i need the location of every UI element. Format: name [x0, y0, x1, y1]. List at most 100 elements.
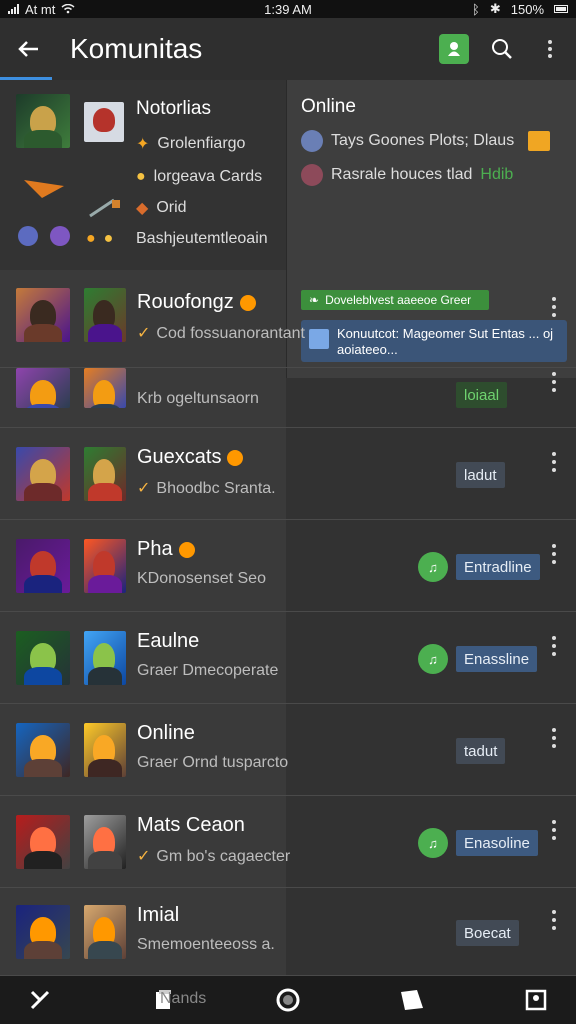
avatar[interactable]	[16, 94, 70, 148]
battery-icon	[554, 5, 568, 13]
list-item[interactable]: Imial Smemoenteeoss a. Boecat	[0, 888, 576, 976]
wifi-icon	[61, 2, 75, 17]
nav-home[interactable]	[268, 980, 308, 1020]
more-vert-icon[interactable]	[546, 544, 562, 564]
row-subtitle: Graer Dmecoperate	[137, 662, 279, 679]
sword-icon	[88, 198, 122, 218]
more-vert-icon[interactable]	[546, 910, 562, 930]
nav-tools[interactable]	[20, 980, 60, 1020]
list-item[interactable]: Eaulne Graer Dmecoperate ♫ Enassline	[0, 612, 576, 704]
panel-footer: Bashjeutemtleoain	[136, 230, 268, 247]
row-name: Online	[137, 722, 195, 744]
avatar[interactable]	[84, 815, 126, 869]
list-item[interactable]: Rouofongz ✓ Cod fossuanorantant	[0, 270, 576, 368]
coin-icon: ●	[136, 168, 146, 185]
avatar[interactable]	[84, 723, 126, 777]
more-vert-icon	[542, 40, 558, 58]
online-item[interactable]: Tays Goones Plots; Dlaus	[301, 130, 551, 152]
row-subtitle: KDonosenset Seo	[137, 570, 266, 587]
alarm-icon: ✱	[489, 1, 501, 16]
emoji-icon	[178, 541, 195, 558]
avatar[interactable]	[84, 368, 126, 408]
more-vert-icon[interactable]	[546, 820, 562, 840]
panel-small-icons: ● ●	[86, 230, 113, 248]
voice-icon[interactable]: ♫	[418, 644, 448, 674]
battery-label: 150%	[510, 1, 544, 17]
clock: 1:39 AM	[264, 1, 312, 17]
tools-icon	[30, 990, 50, 1010]
panel-item[interactable]: ✦ Grolenfiargo	[136, 134, 245, 154]
online-tag: Hdib	[480, 166, 514, 183]
more-vert-icon[interactable]	[546, 636, 562, 656]
avatar[interactable]	[84, 288, 126, 342]
panel-item[interactable]: ◆ Orid	[136, 198, 187, 218]
orb-icon	[50, 226, 70, 246]
nav-community[interactable]	[392, 980, 432, 1020]
avatar[interactable]	[16, 815, 70, 869]
status-badge[interactable]: tadut	[456, 738, 506, 764]
row-subtitle: Smemoenteeoss a.	[137, 936, 275, 953]
nav-profile[interactable]	[516, 980, 556, 1020]
online-title: Online	[301, 96, 356, 117]
add-community-button[interactable]	[432, 27, 476, 71]
row-name: Mats Ceaon	[137, 814, 245, 836]
overflow-menu-button[interactable]	[528, 27, 572, 71]
online-item[interactable]: Rasrale houces tlad Hdib	[301, 164, 513, 186]
back-arrow-icon[interactable]	[0, 18, 56, 80]
avatar[interactable]	[16, 288, 70, 342]
panel-item[interactable]: ● lorgeava Cards	[136, 168, 262, 186]
list-item[interactable]: Guexcats ✓ Bhoodbc Sranta. ladut	[0, 428, 576, 520]
avatar[interactable]	[16, 631, 70, 685]
wing-icon	[22, 176, 66, 200]
row-subtitle: ✓ Bhoodbc Sranta.	[137, 480, 276, 497]
panel-title: Notorlias	[136, 98, 211, 119]
community-icon	[401, 990, 423, 1010]
list-item[interactable]: Krb ogeltunsaorn loiaal	[0, 368, 576, 428]
status-badge[interactable]: Enasoline	[456, 830, 538, 856]
avatar[interactable]	[16, 447, 70, 501]
search-button[interactable]	[480, 27, 524, 71]
avatar[interactable]	[16, 539, 70, 593]
more-vert-icon[interactable]	[546, 372, 562, 392]
bottom-nav	[0, 976, 576, 1024]
nav-ghost-label: Nands	[160, 990, 207, 1007]
page-title: Komunitas	[70, 33, 203, 64]
carrier-label: At mt	[25, 1, 56, 17]
row-name: Guexcats	[137, 446, 244, 469]
list-item[interactable]: Mats Ceaon ✓ Gm bo's cagaecter ♫ Enasoline	[0, 796, 576, 888]
voice-icon[interactable]: ♫	[418, 552, 448, 582]
status-badge[interactable]: loiaal	[456, 382, 508, 408]
status-bar: At mt 1:39 AM ᛒ ✱ 150%	[0, 0, 576, 18]
avatar[interactable]	[16, 368, 70, 408]
status-badge[interactable]: Boecat	[456, 920, 519, 946]
avatar[interactable]	[84, 631, 126, 685]
avatar[interactable]	[84, 447, 126, 501]
avatar[interactable]	[84, 539, 126, 593]
list-item[interactable]: Pha KDonosenset Seo ♫ Entradline	[0, 520, 576, 612]
status-badge[interactable]: Enassline	[456, 646, 538, 672]
avatar	[301, 130, 323, 152]
avatar	[301, 164, 323, 186]
coin-icon: ●	[86, 230, 96, 247]
list-item[interactable]: Online Graer Ornd tusparcto tadut	[0, 704, 576, 796]
search-icon	[492, 39, 512, 59]
status-badge[interactable]: Entradline	[456, 554, 540, 580]
check-icon: ✓	[137, 325, 151, 342]
row-subtitle: Krb ogeltunsaorn	[137, 390, 259, 407]
community-icon	[439, 34, 469, 64]
panel-badges	[18, 226, 70, 246]
row-subtitle: ✓ Cod fossuanorantant	[137, 325, 305, 342]
avatar[interactable]	[16, 723, 70, 777]
voice-icon[interactable]: ♫	[418, 828, 448, 858]
row-name: Imial	[137, 904, 180, 926]
status-badge[interactable]: ladut	[456, 462, 505, 488]
emoji-icon	[239, 294, 256, 311]
avatar[interactable]	[84, 905, 126, 959]
more-vert-icon[interactable]	[546, 452, 562, 472]
avatar[interactable]	[16, 905, 70, 959]
signal-icon	[8, 4, 19, 14]
more-vert-icon[interactable]	[546, 728, 562, 748]
more-vert-icon[interactable]	[546, 297, 562, 317]
app-bar: Komunitas	[0, 18, 576, 80]
avatar[interactable]	[84, 102, 124, 142]
